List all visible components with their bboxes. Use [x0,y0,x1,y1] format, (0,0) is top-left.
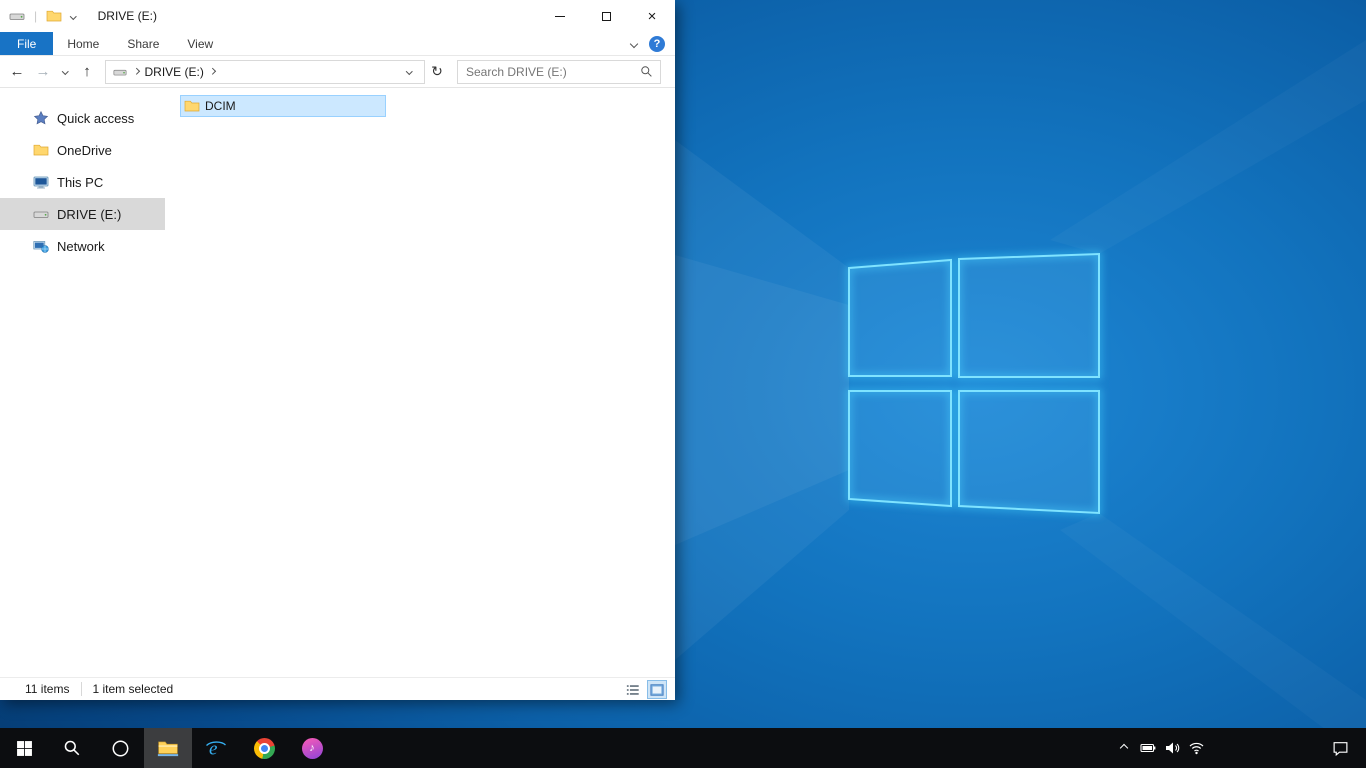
battery-icon [1140,743,1156,753]
breadcrumb-location[interactable]: DRIVE (E:) [145,65,204,79]
customize-toolbar-chevron-icon[interactable] [70,12,77,20]
windows-start-icon [16,740,32,756]
computer-icon [33,174,49,190]
sidebar-item-quick-access[interactable]: Quick access [0,102,165,134]
sidebar-item-label: This PC [57,174,104,190]
sidebar-item-onedrive[interactable]: OneDrive [0,134,165,166]
itunes-icon: ♪ [301,737,323,759]
sidebar-item-label: Quick access [57,110,135,126]
minimize-icon [555,15,565,17]
ribbon-tabs: File Home Share View ? [0,32,675,56]
folder-icon[interactable] [46,8,62,24]
search-box[interactable] [457,59,661,84]
desktop: | DRIVE (E:) × File Home Share View ? ← … [0,0,1366,768]
file-item-dcim[interactable]: DCIM [180,95,386,117]
recent-locations-button[interactable] [56,59,74,85]
drive-icon [9,8,25,24]
file-explorer-window: | DRIVE (E:) × File Home Share View ? ← … [0,0,675,700]
internet-explorer-button[interactable]: e [192,728,240,768]
back-button[interactable]: ← [4,59,30,85]
sidebar-item-this-pc[interactable]: This PC [0,166,165,198]
star-icon [33,110,49,126]
expand-ribbon-chevron-icon[interactable] [629,39,639,48]
volume-icon [1166,742,1180,754]
forward-button[interactable]: → [30,59,56,85]
network-icon [33,238,49,254]
file-explorer-icon [157,741,179,757]
chevron-down-icon [405,68,413,75]
maximize-button[interactable] [583,0,629,32]
itunes-button[interactable]: ♪ [288,728,336,768]
tab-file[interactable]: File [0,32,54,55]
selection-count: 1 item selected [92,682,174,696]
minimize-button[interactable] [537,0,583,32]
breadcrumb-chevron-icon[interactable] [133,68,140,75]
system-tray [1112,728,1208,768]
icons-view-button[interactable] [647,680,667,699]
toolbar-separator: | [34,9,38,23]
internet-explorer-icon: e [206,739,226,759]
window-controls: × [537,0,675,32]
chevron-down-icon [61,68,69,75]
refresh-button[interactable]: ↻ [425,60,449,84]
action-center-button[interactable] [1318,728,1362,768]
battery-button[interactable] [1136,728,1160,768]
chrome-button[interactable] [240,728,288,768]
search-input[interactable] [458,64,640,79]
folder-icon [184,98,200,114]
file-name: DCIM [205,99,236,113]
chrome-icon [253,737,275,759]
sidebar-item-drive-e[interactable]: DRIVE (E:) [0,198,165,230]
cortana-button[interactable] [96,728,144,768]
details-view-button[interactable] [623,680,643,699]
title-bar[interactable]: | DRIVE (E:) × [0,0,675,32]
help-icon[interactable]: ? [649,35,665,52]
file-explorer-button[interactable] [144,728,192,768]
sidebar-item-label: Network [57,238,105,254]
chevron-up-icon [1119,743,1129,753]
drive-icon [33,206,49,222]
search-icon [641,66,652,77]
breadcrumb-chevron-icon[interactable] [208,68,216,75]
up-button[interactable]: ↑ [74,59,100,85]
folder-icon [33,142,49,158]
cortana-icon [112,740,128,756]
taskbar: e ♪ [0,728,1366,768]
close-button[interactable]: × [629,0,675,32]
navigation-bar: ← → ↑ DRIVE (E:) ↻ [0,56,675,88]
search-icon [64,740,80,756]
sidebar-item-label: DRIVE (E:) [57,206,122,222]
items-count: 11 items [25,682,70,696]
network-button[interactable] [1184,728,1208,768]
action-center-icon [1333,741,1347,756]
start-button[interactable] [0,728,48,768]
tab-home[interactable]: Home [53,32,113,55]
navigation-pane: Quick access OneDrive This PC DRIVE (E:)… [0,88,165,677]
hidden-icons-button[interactable] [1112,728,1136,768]
icons-view-icon [650,683,664,696]
address-bar[interactable]: DRIVE (E:) [105,59,425,84]
address-dropdown-button[interactable] [400,68,418,75]
file-list[interactable]: DCIM [165,88,675,677]
volume-button[interactable] [1160,728,1184,768]
sidebar-item-network[interactable]: Network [0,230,165,262]
sidebar-item-label: OneDrive [57,142,112,158]
search-button[interactable] [48,728,96,768]
window-title: DRIVE (E:) [97,9,157,23]
maximize-icon [601,11,611,21]
drive-icon [112,64,128,80]
wifi-icon [1189,742,1203,755]
details-view-icon [626,684,639,695]
tab-share[interactable]: Share [113,32,173,55]
tab-view[interactable]: View [173,32,227,55]
status-separator [81,682,83,696]
quick-access-toolbar: | [0,8,77,24]
status-bar: 11 items 1 item selected [0,677,675,700]
